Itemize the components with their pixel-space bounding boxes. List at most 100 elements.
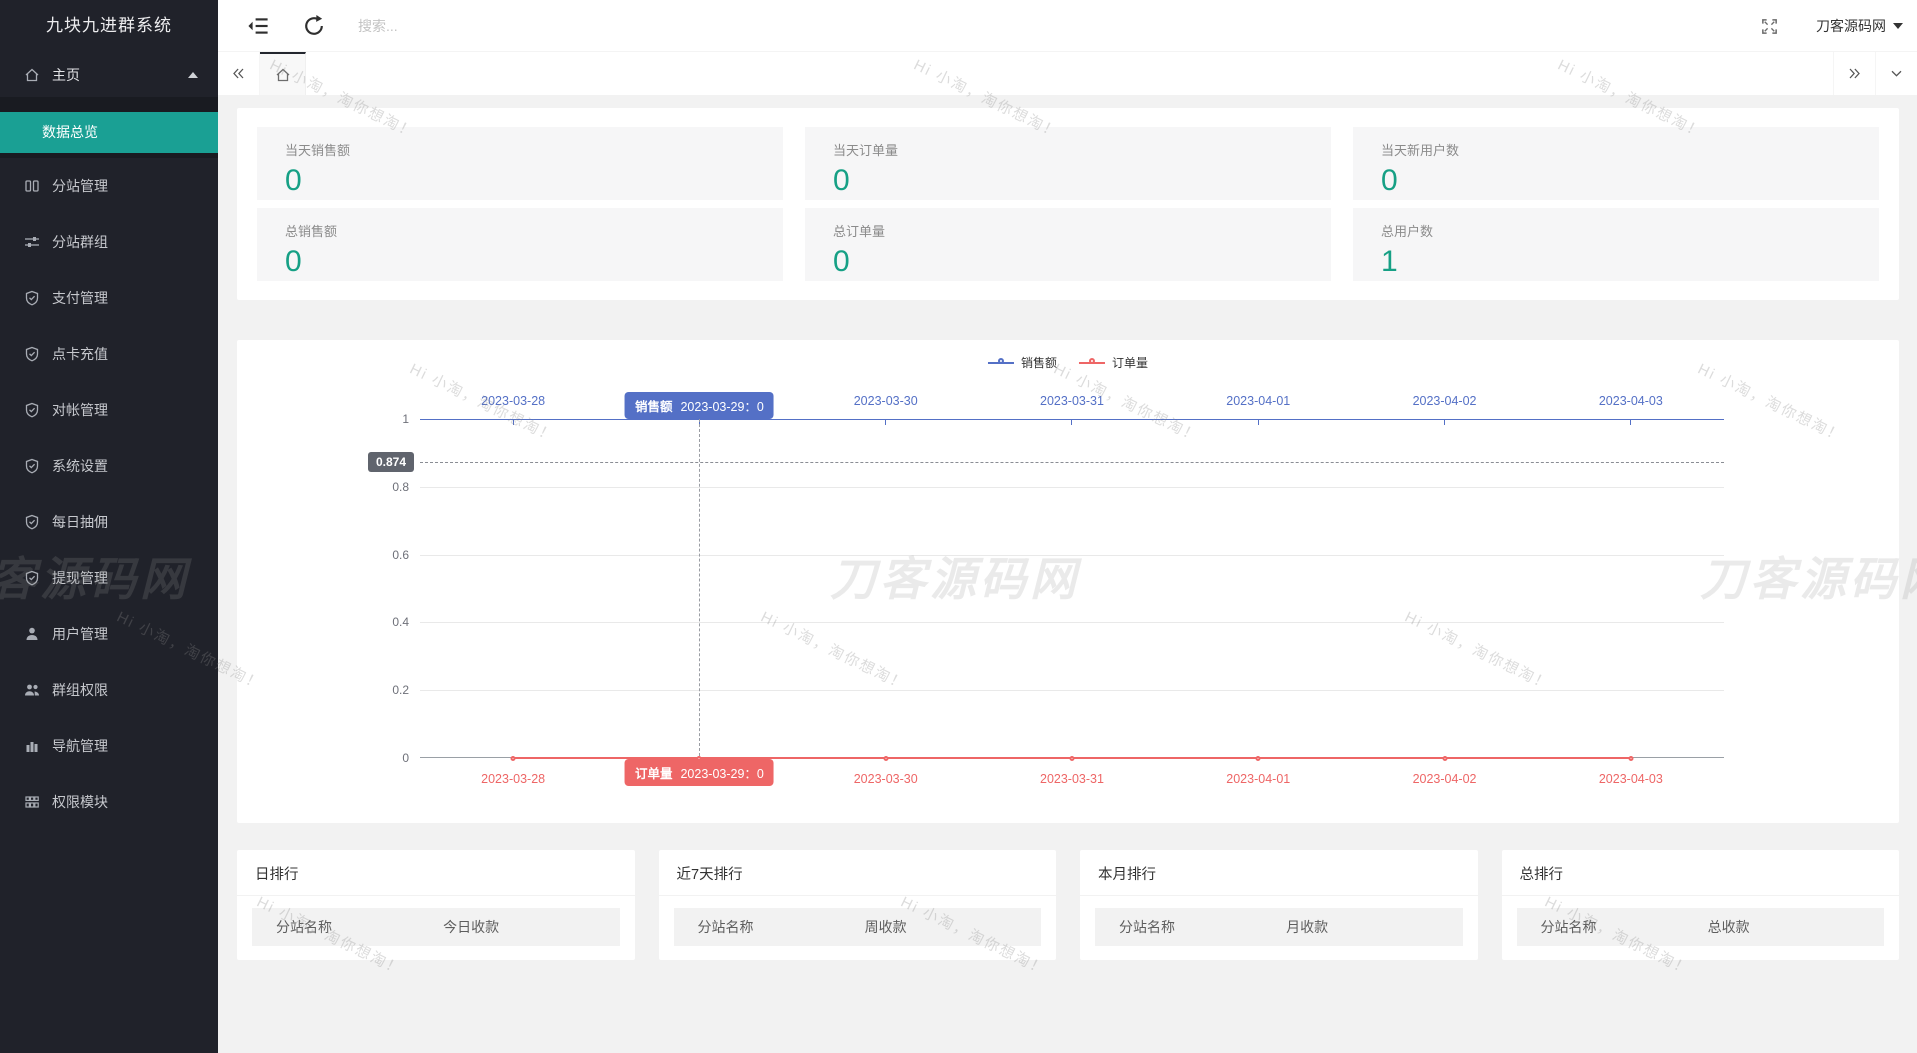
stat-card-total-sales: 总销售额 0	[257, 208, 783, 281]
y-tick-label: 0.8	[392, 480, 409, 494]
shield-check-icon	[24, 402, 40, 418]
sidebar-item-label: 对帐管理	[52, 400, 108, 420]
y-tick-label: 0.6	[392, 548, 409, 562]
rank-col-amount: 周收款	[865, 917, 1041, 937]
stat-card-today-new-users: 当天新用户数 0	[1353, 127, 1879, 200]
data-point	[1628, 756, 1633, 761]
user-menu-label: 刀客源码网	[1816, 16, 1886, 36]
legend-item-sales[interactable]: 销售额	[988, 354, 1057, 371]
stat-label: 总订单量	[833, 221, 1331, 240]
sidebar-item-2[interactable]: 支付管理	[0, 270, 218, 326]
users-icon	[24, 682, 40, 698]
rank-panel-total: 总排行 分站名称 总收款	[1502, 850, 1900, 960]
sidebar-item-11[interactable]: 权限模块	[0, 774, 218, 830]
stat-value: 0	[833, 245, 1331, 279]
rank-table-header: 分站名称 总收款	[1517, 908, 1885, 946]
sidebar-item-home[interactable]: 主页	[0, 52, 218, 97]
main-content: 当天销售额 0 当天订单量 0 当天新用户数 0 总销售额 0 总订单量 0 总…	[218, 95, 1917, 1053]
sidebar-item-data-overview[interactable]: 数据总览	[0, 112, 218, 153]
stat-label: 当天新用户数	[1381, 140, 1879, 159]
tooltip-value: 2023-03-29：0	[680, 767, 763, 781]
sidebar-item-0[interactable]: 分站管理	[0, 158, 218, 214]
line-marker-icon	[988, 358, 1014, 368]
x-axis-top-ticks	[420, 420, 1724, 425]
top-header: 刀客源码网	[218, 0, 1917, 52]
sidebar-item-label: 每日抽佣	[52, 512, 108, 532]
collapse-sidebar-icon[interactable]	[246, 14, 270, 38]
sidebar-item-label: 分站管理	[52, 176, 108, 196]
sidebar-item-8[interactable]: 用户管理	[0, 606, 218, 662]
rank-title: 总排行	[1502, 850, 1900, 895]
sidebar-item-7[interactable]: 提现管理	[0, 550, 218, 606]
tooltip-series: 订单量	[635, 767, 673, 781]
tab-bar	[218, 52, 1917, 95]
gridline	[420, 555, 1724, 556]
x-axis-top-labels: 2023-03-28 2023-03-29 2023-03-30 2023-03…	[420, 394, 1724, 408]
x-tick-label: 2023-03-30	[793, 394, 979, 408]
y-tick-label: 0.2	[392, 683, 409, 697]
tab-home[interactable]	[260, 52, 306, 95]
axis-pointer-y-badge: 0.874	[368, 452, 414, 472]
user-menu[interactable]: 刀客源码网	[1816, 0, 1903, 52]
sidebar-home-label: 主页	[52, 65, 188, 85]
rank-table-header: 分站名称 月收款	[1095, 908, 1463, 946]
sidebar-item-5[interactable]: 系统设置	[0, 438, 218, 494]
tab-spacer	[306, 52, 1833, 95]
sidebar-item-9[interactable]: 群组权限	[0, 662, 218, 718]
shield-check-icon	[24, 514, 40, 530]
rankings-row: 日排行 分站名称 今日收款 近7天排行 分站名称 周收款 本月排行 分站名称 月…	[237, 850, 1899, 960]
x-tick-label: 2023-04-02	[1351, 394, 1537, 408]
gridline	[420, 690, 1724, 691]
search-input[interactable]	[358, 13, 578, 39]
rank-panel-week: 近7天排行 分站名称 周收款	[659, 850, 1057, 960]
shield-check-icon	[24, 570, 40, 586]
chart-legend: 销售额 订单量	[988, 354, 1148, 371]
refresh-icon[interactable]	[302, 14, 326, 38]
sidebar-item-4[interactable]: 对帐管理	[0, 382, 218, 438]
tabs-scroll-left-button[interactable]	[218, 52, 260, 95]
sidebar-item-label: 支付管理	[52, 288, 108, 308]
legend-item-orders[interactable]: 订单量	[1079, 354, 1148, 371]
bar-chart-icon	[24, 738, 40, 754]
gridline	[420, 487, 1724, 488]
sidebar-item-6[interactable]: 每日抽佣	[0, 494, 218, 550]
rank-title: 近7天排行	[659, 850, 1057, 895]
stat-card-total-users: 总用户数 1	[1353, 208, 1879, 281]
sidebar-item-label: 系统设置	[52, 456, 108, 476]
chart-plot-area: 1 0.8 0.6 0.4 0.2 0 2023-03-28 2023-03-2…	[420, 419, 1724, 758]
stat-label: 总销售额	[285, 221, 783, 240]
line-marker-icon	[1079, 358, 1105, 368]
x-tick-label: 2023-03-31	[979, 772, 1165, 786]
rank-table-header: 分站名称 周收款	[674, 908, 1042, 946]
sidebar-item-10[interactable]: 导航管理	[0, 718, 218, 774]
gridline	[420, 622, 1724, 623]
rank-col-site-name: 分站名称	[1517, 917, 1708, 937]
axis-pointer-horizontal-line	[420, 462, 1724, 463]
x-tick-label: 2023-04-03	[1538, 394, 1724, 408]
rank-col-amount: 今日收款	[443, 917, 619, 937]
x-tick-label: 2023-03-31	[979, 394, 1165, 408]
caret-down-icon	[1893, 23, 1903, 29]
sidebar-item-1[interactable]: 分站群组	[0, 214, 218, 270]
stat-card-today-sales: 当天销售额 0	[257, 127, 783, 200]
sidebar-item-label: 用户管理	[52, 624, 108, 644]
tabs-scroll-right-button[interactable]	[1833, 52, 1875, 95]
sidebar-item-label: 分站群组	[52, 232, 108, 252]
fullscreen-icon[interactable]	[1760, 17, 1779, 36]
data-point	[511, 756, 516, 761]
home-icon	[24, 67, 40, 83]
rank-col-amount: 总收款	[1708, 917, 1884, 937]
sales-orders-chart: 销售额 订单量 1 0.8 0.6 0.4 0.2 0	[237, 340, 1899, 823]
chevrons-left-icon	[231, 66, 246, 81]
data-point	[1442, 756, 1447, 761]
sidebar-item-label: 点卡充值	[52, 344, 108, 364]
tabs-menu-button[interactable]	[1875, 52, 1917, 95]
rank-title: 日排行	[237, 850, 635, 895]
legend-label: 销售额	[1021, 354, 1057, 371]
stats-panel: 当天销售额 0 当天订单量 0 当天新用户数 0 总销售额 0 总订单量 0 总…	[237, 108, 1899, 300]
stat-label: 当天订单量	[833, 140, 1331, 159]
x-axis-bottom-labels: 2023-03-28 2023-03-29 2023-03-30 2023-03…	[420, 772, 1724, 786]
chevrons-right-icon	[1847, 66, 1862, 81]
sidebar-item-3[interactable]: 点卡充值	[0, 326, 218, 382]
home-icon	[275, 67, 291, 83]
